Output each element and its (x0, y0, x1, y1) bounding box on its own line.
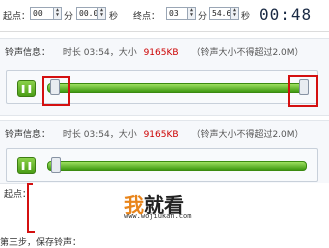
selected-range-bar[interactable] (47, 83, 307, 93)
ringtone-info: 铃声信息： 时长 03:54，大小 9165KB （铃声大小不得超过2.0M） (5, 127, 304, 140)
start-second-unit: 秒 (109, 12, 119, 22)
stepper-arrows-icon[interactable]: ▲ ▼ (97, 8, 105, 19)
end-minute-unit: 分 (198, 12, 208, 22)
ringtone-info: 铃声信息： 时长 03:54，大小 9165KB （铃声大小不得超过2.0M） (5, 45, 304, 58)
elapsed-time-display: 00:48 (259, 5, 313, 24)
end-minute-value: 03 (169, 9, 179, 18)
start-second-value: 00.0 (79, 9, 99, 18)
file-size: 9165KB (143, 130, 179, 140)
stepper-arrows-icon[interactable]: ▲ ▼ (187, 8, 195, 19)
pause-icon[interactable]: ❚❚ (17, 157, 36, 174)
start-second-stepper[interactable]: 00.0 ▲ ▼ (76, 7, 106, 20)
end-second-unit: 秒 (241, 12, 251, 22)
step-heading: 第三步，保存铃声： (0, 238, 82, 248)
divider (0, 31, 329, 32)
duration-text: 时长 03:54，大小 (62, 48, 137, 58)
end-minute-stepper[interactable]: 03 ▲ ▼ (166, 7, 196, 20)
ringtone-panel-2: 铃声信息： 时长 03:54，大小 9165KB （铃声大小不得超过2.0M） … (0, 120, 329, 184)
stepper-arrows-icon[interactable]: ▲ ▼ (230, 8, 238, 19)
file-size: 9165KB (143, 48, 179, 58)
end-label: 终点： (133, 12, 161, 22)
start-label: 起点： (3, 12, 31, 22)
trim-track: ❚❚ (6, 148, 318, 182)
info-label: 铃声信息： (5, 48, 51, 58)
start-minute-value: 00 (33, 9, 43, 18)
start-minute-unit: 分 (64, 12, 74, 22)
size-limit-note: （铃声大小不得超过2.0M） (191, 48, 304, 58)
start-handle[interactable] (51, 157, 61, 173)
ringtone-panel-1: 铃声信息： 时长 03:54，大小 9165KB （铃声大小不得超过2.0M） … (0, 38, 329, 116)
end-second-stepper[interactable]: 54.6 ▲ ▼ (209, 7, 239, 20)
end-handle-highlight (288, 75, 318, 107)
range-toolbar: 起点： 00 ▲ ▼ 分 00.0 ▲ ▼ 秒 终点： 03 ▲ ▼ 分 54.6 ▲… (0, 0, 329, 28)
size-limit-note: （铃声大小不得超过2.0M） (191, 130, 304, 140)
selected-range-bar[interactable] (47, 161, 307, 171)
start-minute-stepper[interactable]: 00 ▲ ▼ (30, 7, 62, 20)
stepper-arrows-icon[interactable]: ▲ ▼ (53, 8, 61, 19)
pause-icon[interactable]: ❚❚ (17, 80, 36, 97)
end-second-value: 54.6 (212, 9, 232, 18)
info-label: 铃声信息： (5, 130, 51, 140)
duration-text: 时长 03:54，大小 (62, 130, 137, 140)
watermark-url: www.wojiukan.com (124, 212, 192, 220)
start-handle-highlight (42, 76, 70, 106)
